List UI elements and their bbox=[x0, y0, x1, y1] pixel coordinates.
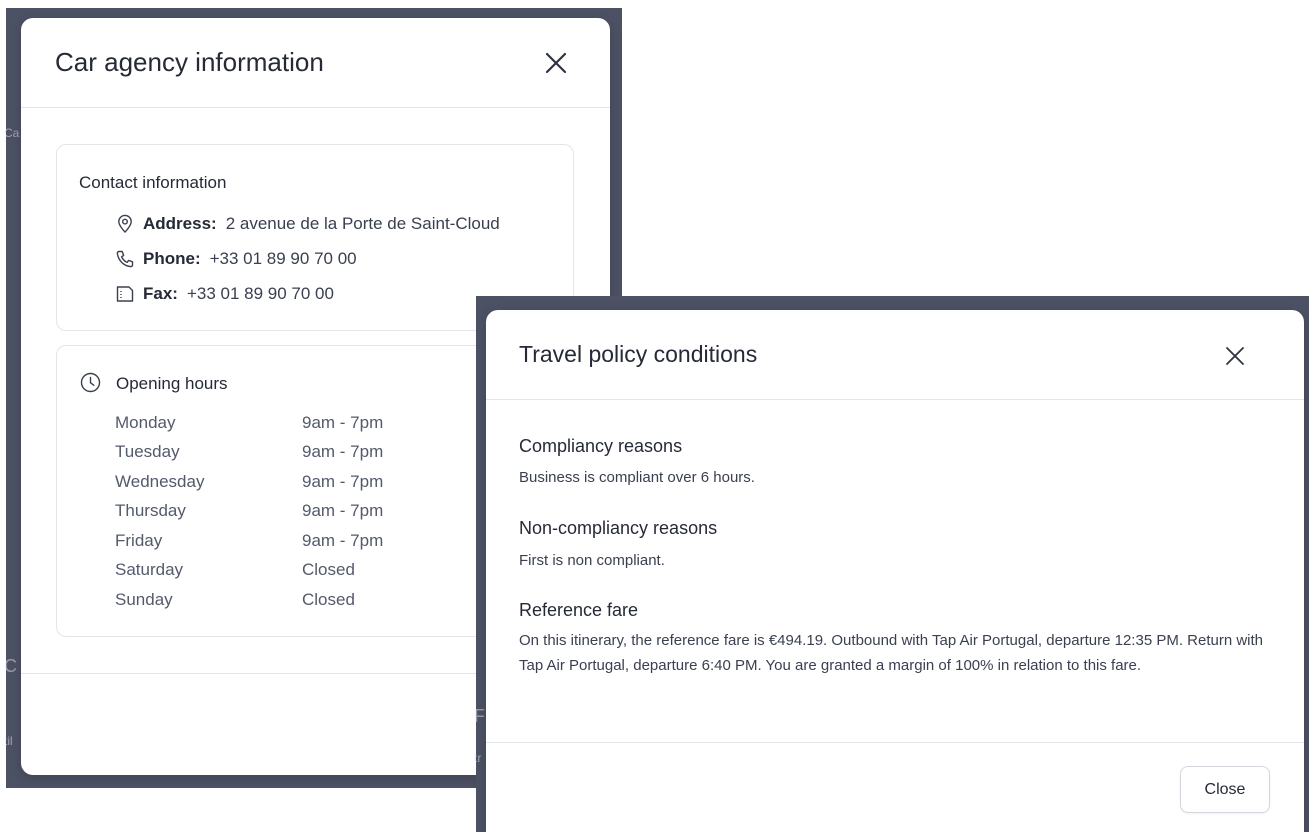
time-value: 9am - 7pm bbox=[302, 442, 384, 461]
address-label: Address: bbox=[143, 214, 217, 233]
fax-value: +33 01 89 90 70 00 bbox=[186, 284, 334, 303]
modal-header: Car agency information bbox=[21, 18, 610, 108]
close-button[interactable]: Close bbox=[1180, 766, 1270, 813]
non-compliancy-reasons-text: First is non compliant. bbox=[519, 552, 665, 569]
phone-row: Phone: +33 01 89 90 70 00 bbox=[115, 247, 357, 271]
travel-policy-modal: Travel policy conditions Compliancy reas… bbox=[486, 310, 1304, 832]
modal-header: Travel policy conditions bbox=[486, 310, 1304, 400]
footer-divider bbox=[486, 742, 1304, 743]
day-label: Monday bbox=[115, 413, 176, 432]
time-value: 9am - 7pm bbox=[302, 531, 384, 550]
day-label: Sunday bbox=[115, 590, 173, 609]
background-text-fragment: tr bbox=[474, 751, 482, 765]
card-title: Opening hours bbox=[116, 374, 228, 393]
address-row: Address: 2 avenue de la Porte de Saint-C… bbox=[115, 212, 500, 236]
close-icon[interactable] bbox=[541, 48, 571, 78]
phone-value: +33 01 89 90 70 00 bbox=[209, 249, 357, 268]
day-label: Thursday bbox=[115, 501, 186, 520]
compliancy-reasons-text: Business is compliant over 6 hours. bbox=[519, 469, 755, 486]
day-label: Tuesday bbox=[115, 442, 180, 461]
background-text-fragment: til bbox=[4, 734, 13, 748]
day-label: Wednesday bbox=[115, 472, 205, 491]
time-value: 9am - 7pm bbox=[302, 501, 384, 520]
background-text-fragment: F bbox=[474, 706, 485, 726]
compliancy-reasons-title: Compliancy reasons bbox=[519, 436, 683, 456]
phone-icon bbox=[115, 249, 135, 269]
time-value: 9am - 7pm bbox=[302, 472, 384, 491]
close-icon[interactable] bbox=[1221, 342, 1249, 370]
background-text-fragment: Ca bbox=[4, 126, 20, 140]
fax-icon bbox=[115, 284, 135, 304]
card-title: Contact information bbox=[79, 173, 227, 192]
reference-fare-text: On this itinerary, the reference fare is… bbox=[519, 632, 1264, 674]
time-value: 9am - 7pm bbox=[302, 413, 384, 432]
time-value: Closed bbox=[302, 560, 355, 579]
day-label: Saturday bbox=[115, 560, 184, 579]
fax-row: Fax: +33 01 89 90 70 00 bbox=[115, 282, 334, 306]
address-value: 2 avenue de la Porte de Saint-Cloud bbox=[225, 214, 500, 233]
location-pin-icon bbox=[115, 214, 135, 234]
modal-title: Travel policy conditions bbox=[519, 341, 758, 367]
day-label: Friday bbox=[115, 531, 163, 550]
fax-label: Fax: bbox=[143, 284, 178, 303]
background-text-fragment: C bbox=[4, 656, 17, 676]
modal-title: Car agency information bbox=[55, 47, 324, 77]
clock-icon bbox=[80, 372, 101, 393]
phone-label: Phone: bbox=[143, 249, 201, 268]
non-compliancy-reasons-title: Non-compliancy reasons bbox=[519, 518, 718, 538]
reference-fare-title: Reference fare bbox=[519, 600, 639, 620]
time-value: Closed bbox=[302, 590, 355, 609]
